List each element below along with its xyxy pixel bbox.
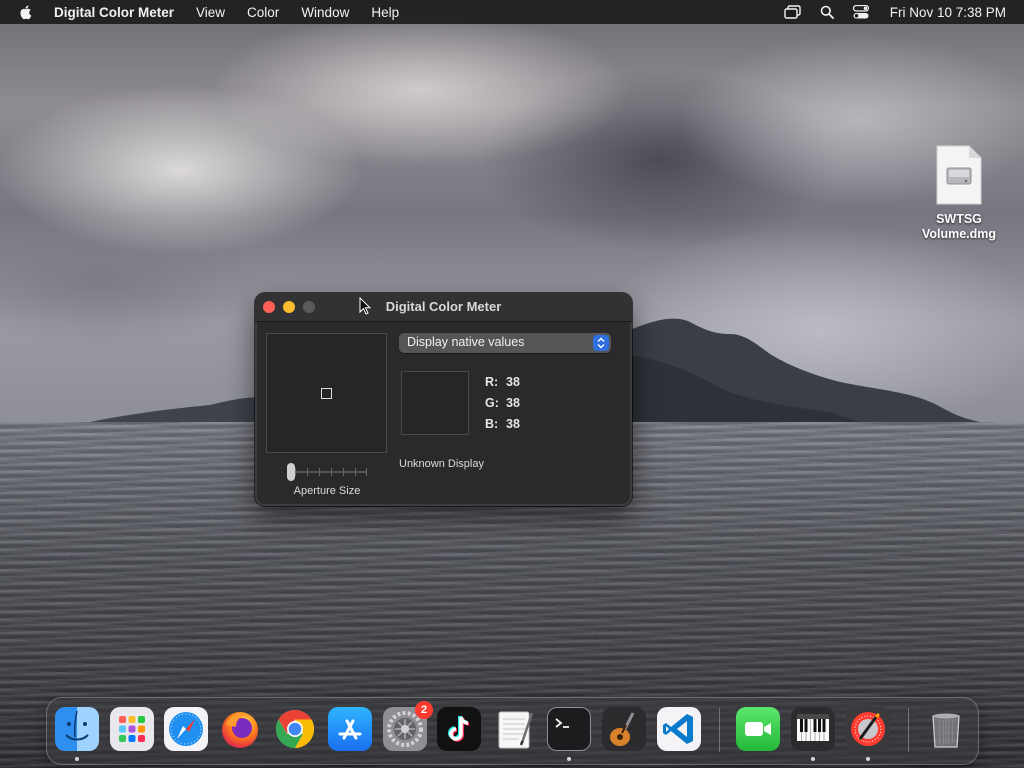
mouse-cursor-icon: [359, 297, 371, 315]
apple-menu-icon[interactable]: [18, 4, 34, 20]
aperture-size-label: Aperture Size: [293, 485, 361, 497]
green-value-row: G: 38: [485, 396, 520, 410]
menu-clock[interactable]: Fri Nov 10 7:38 PM: [890, 5, 1006, 20]
spotlight-search-icon[interactable]: [818, 4, 836, 20]
desktop-file-label: SWTSG Volume.dmg: [921, 212, 997, 241]
display-name-label: Unknown Display: [399, 458, 484, 470]
finder-icon[interactable]: [55, 707, 99, 751]
desktop-file-dmg[interactable]: SWTSG Volume.dmg: [914, 144, 1004, 242]
terminal-icon[interactable]: [547, 707, 591, 751]
vscode-icon[interactable]: [657, 707, 701, 751]
color-swatch: [401, 371, 469, 435]
window-title: Digital Color Meter: [385, 299, 502, 314]
control-center-icon[interactable]: [852, 4, 870, 20]
menu-app-name[interactable]: Digital Color Meter: [54, 5, 174, 20]
menu-help[interactable]: Help: [371, 5, 399, 20]
launchpad-icon[interactable]: [110, 707, 154, 751]
notification-badge: 2: [415, 701, 433, 719]
menu-color[interactable]: Color: [247, 5, 279, 20]
screen-mirroring-icon[interactable]: [784, 4, 802, 20]
textedit-icon[interactable]: [492, 707, 536, 751]
digital-color-meter-window: Digital Color Meter Aperture Size Displa…: [255, 293, 632, 506]
menu-bar: Digital Color Meter View Color Window He…: [0, 0, 1024, 24]
aperture-preview: [266, 333, 387, 453]
digital-color-meter-icon[interactable]: [846, 707, 890, 751]
window-titlebar[interactable]: Digital Color Meter: [255, 293, 632, 322]
display-values-popup[interactable]: Display native values: [399, 333, 611, 353]
piano-icon[interactable]: [791, 707, 835, 751]
firefox-icon[interactable]: [218, 707, 262, 751]
tiktok-icon[interactable]: [437, 707, 481, 751]
rgb-values: R: 38 G: 38 B: 38: [485, 375, 520, 438]
system-settings-icon[interactable]: 2: [383, 701, 433, 751]
trash-icon[interactable]: [924, 707, 968, 751]
safari-icon[interactable]: [164, 707, 208, 751]
garageband-icon[interactable]: [602, 707, 646, 751]
blue-value-row: B: 38: [485, 417, 520, 431]
menu-window[interactable]: Window: [301, 5, 349, 20]
chevron-updown-icon: [593, 335, 609, 351]
red-value-row: R: 38: [485, 375, 520, 389]
app-store-icon[interactable]: [328, 707, 372, 751]
menu-view[interactable]: View: [196, 5, 225, 20]
disk-image-icon: [935, 144, 983, 206]
slider-knob[interactable]: [287, 463, 295, 481]
chrome-icon[interactable]: [273, 707, 317, 751]
facetime-icon[interactable]: [736, 707, 780, 751]
aperture-size-slider[interactable]: [287, 463, 367, 481]
popup-selected-value: Display native values: [407, 335, 525, 349]
dock: 2: [46, 697, 979, 765]
aperture-indicator: [321, 388, 332, 399]
